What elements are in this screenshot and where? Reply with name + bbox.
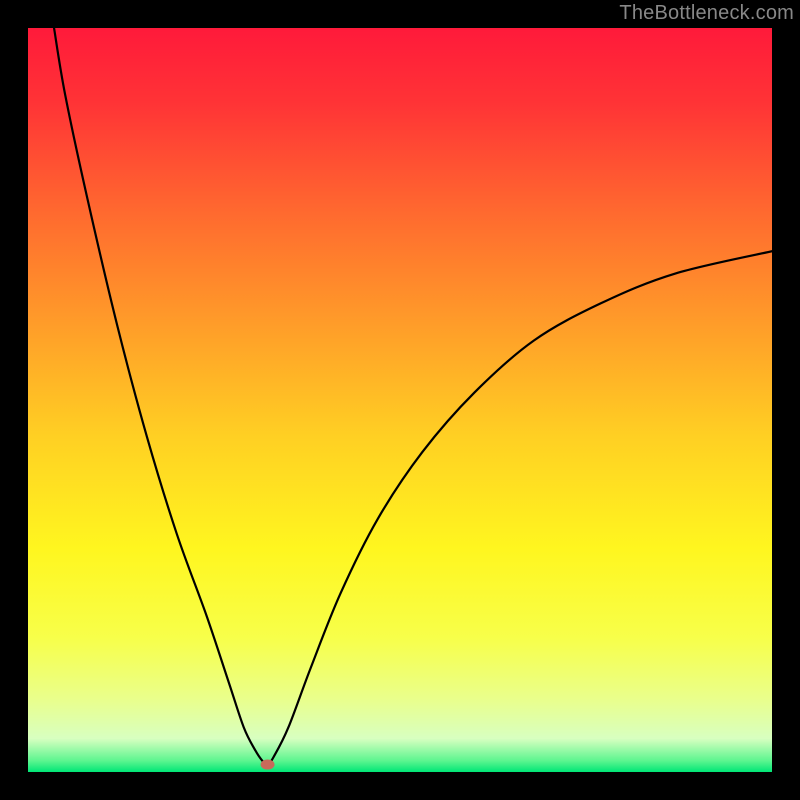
plot-svg — [28, 28, 772, 772]
gradient-background — [28, 28, 772, 772]
optimum-marker — [261, 760, 275, 770]
plot-area — [28, 28, 772, 772]
chart-frame: TheBottleneck.com — [0, 0, 800, 800]
watermark-label: TheBottleneck.com — [619, 2, 794, 25]
